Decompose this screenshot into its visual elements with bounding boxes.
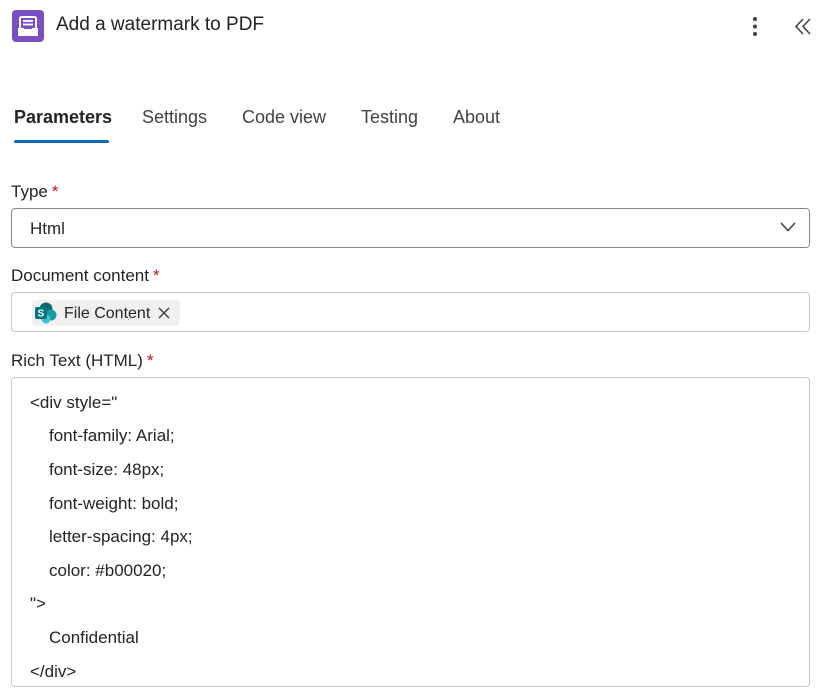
required-mark: * (152, 266, 160, 285)
code-line: font-weight: bold; (49, 494, 179, 513)
tab-about[interactable]: About (453, 100, 500, 144)
token-label: File Content (64, 305, 151, 322)
code-line: "> (30, 594, 46, 613)
required-mark: * (51, 182, 59, 201)
document-content-label-text: Document content (11, 266, 149, 285)
tab-bar: Parameters Settings Code view Testing Ab… (0, 100, 821, 148)
more-options-button[interactable] (744, 14, 766, 40)
code-line: font-size: 48px; (49, 460, 165, 479)
sharepoint-icon: S (35, 302, 57, 324)
inbox-tray-icon (12, 10, 44, 42)
panel-header: Add a watermark to PDF (0, 0, 821, 54)
type-label: Type * (11, 182, 58, 202)
code-line: letter-spacing: 4px; (49, 527, 193, 546)
rich-text-label: Rich Text (HTML) * (11, 351, 154, 371)
code-line: Confidential (49, 628, 139, 647)
tab-testing[interactable]: Testing (361, 100, 418, 144)
tab-settings[interactable]: Settings (142, 100, 207, 144)
rich-text-editor[interactable]: <div style=" font-family: Arial; font-si… (11, 377, 810, 687)
close-icon[interactable] (156, 305, 172, 321)
chevron-down-icon (780, 222, 796, 232)
type-label-text: Type (11, 182, 48, 201)
tab-parameters[interactable]: Parameters (14, 100, 112, 144)
double-chevron-left-icon (794, 18, 811, 35)
rich-text-label-text: Rich Text (HTML) (11, 351, 143, 370)
more-vertical-icon (753, 17, 757, 36)
code-line: color: #b00020; (49, 561, 167, 580)
collapse-panel-button[interactable] (790, 14, 816, 40)
active-tab-indicator (14, 140, 109, 143)
file-content-token[interactable]: S File Content (32, 300, 180, 326)
svg-text:S: S (38, 309, 45, 320)
code-line: font-family: Arial; (49, 426, 175, 445)
document-content-label: Document content * (11, 266, 160, 286)
page-title: Add a watermark to PDF (56, 14, 265, 35)
required-mark: * (146, 351, 154, 370)
code-line: </div> (30, 662, 77, 681)
tab-code-view[interactable]: Code view (242, 100, 326, 144)
code-line: <div style=" (30, 393, 118, 412)
type-dropdown-value: Html (30, 219, 65, 238)
document-content-input[interactable]: S File Content (11, 292, 810, 332)
type-dropdown[interactable]: Html (11, 208, 810, 248)
